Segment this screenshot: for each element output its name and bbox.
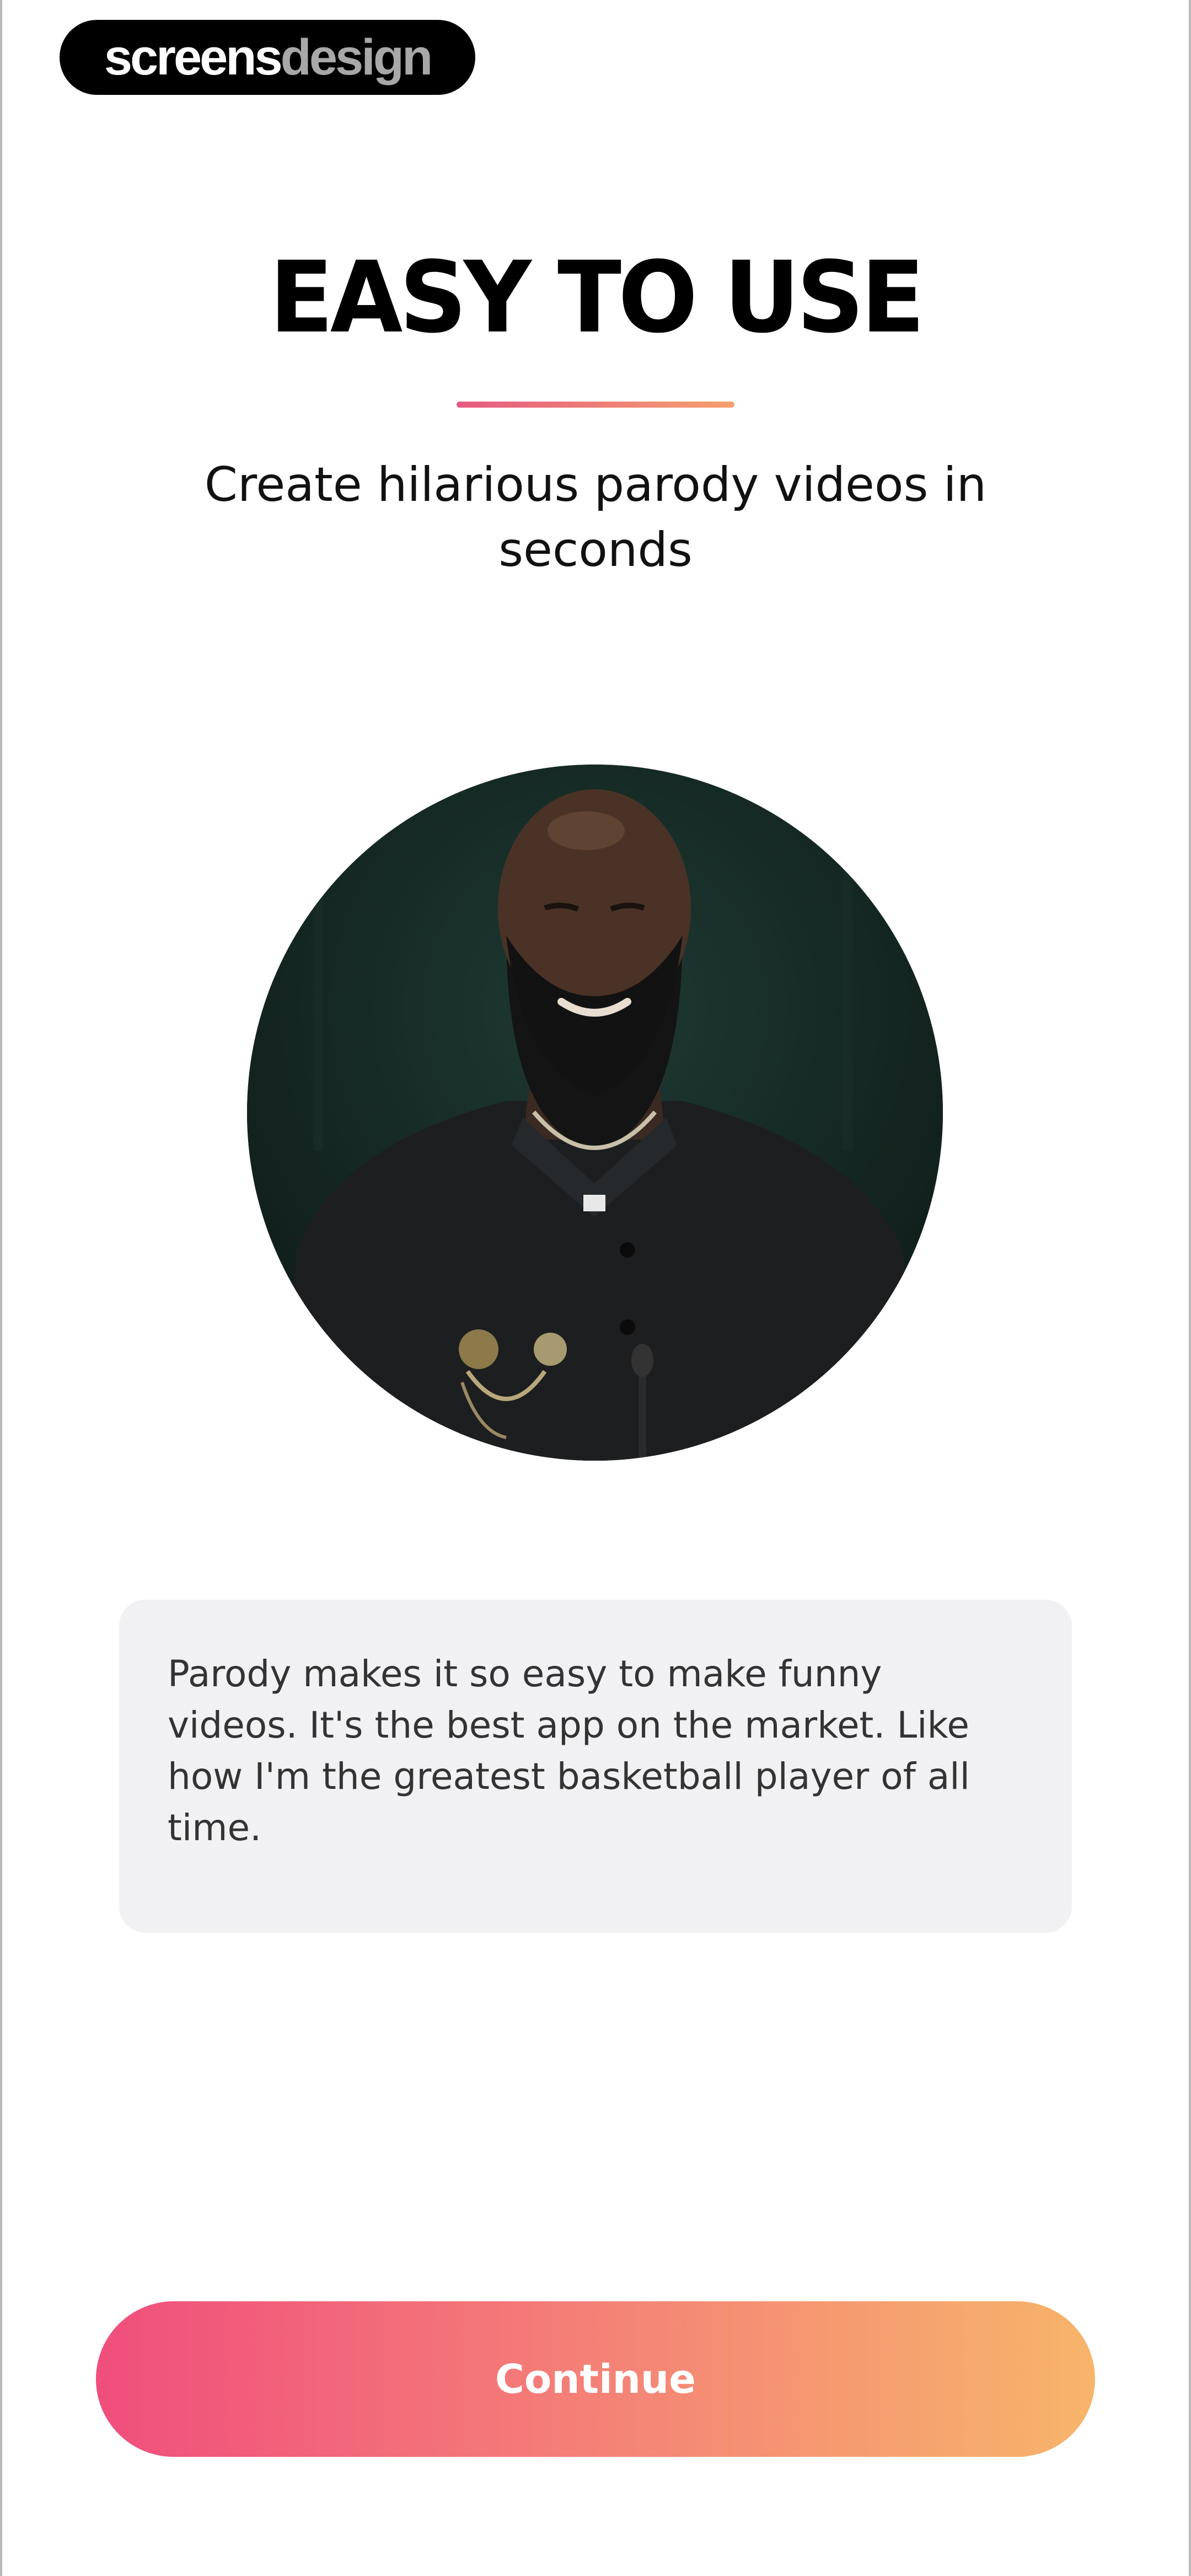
continue-label: Continue (495, 2356, 696, 2402)
watermark-text: screensdesign (104, 29, 433, 85)
frame-edge-left (0, 0, 2, 2576)
testimonial-text: Parody makes it so easy to make funny vi… (168, 1653, 970, 1849)
screensdesign-watermark: screensdesign (60, 20, 475, 95)
celebrity-photo (247, 765, 943, 1461)
frame-edge-right (1189, 0, 1191, 2576)
testimonial-card: Parody makes it so easy to make funny vi… (119, 1600, 1072, 1933)
title-underline (457, 402, 734, 408)
continue-button[interactable]: Continue (96, 2301, 1095, 2457)
page-subtitle: Create hilarious parody videos in second… (204, 457, 987, 578)
page-title: EASY TO USE (269, 241, 925, 355)
